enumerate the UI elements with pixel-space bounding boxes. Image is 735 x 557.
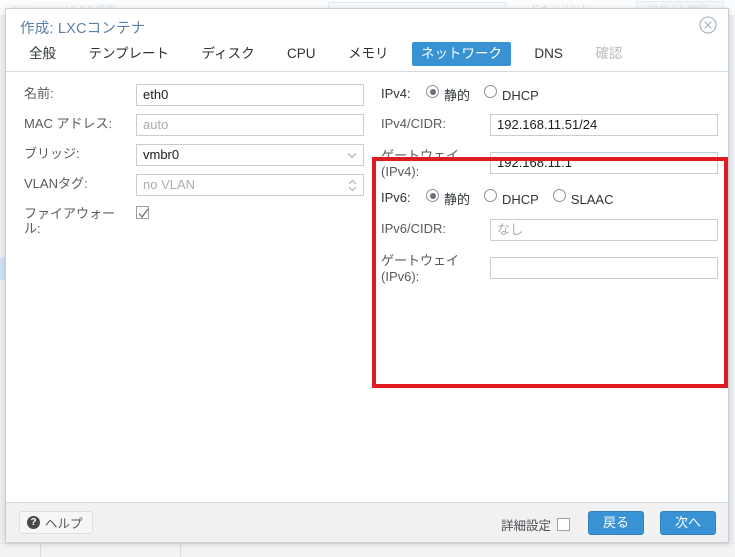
- radio-ipv4-dhcp-label: DHCP: [502, 88, 539, 103]
- tab-cpu[interactable]: CPU: [278, 42, 325, 66]
- field-row-firewall: ファイアウォール:: [20, 204, 365, 240]
- close-icon[interactable]: [698, 15, 718, 35]
- dialog-title: 作成: LXCコンテナ: [20, 21, 146, 37]
- advanced-settings-label: 詳細設定: [500, 519, 551, 533]
- network-left-form: 名前: eth0 MAC アドレス: auto ブリッジ: vmbr0 VLAN…: [20, 84, 365, 246]
- next-button[interactable]: 次へ: [660, 511, 716, 535]
- spinner-updown-icon[interactable]: [346, 175, 358, 195]
- field-row-ipv6-mode: IPv6: 静的 DHCP SLAAC: [377, 188, 717, 213]
- dialog-header: 作成: LXCコンテナ: [6, 9, 728, 42]
- ipv4-gateway-label-line2: (IPv4):: [381, 164, 420, 179]
- ipv6-cidr-label: IPv6/CIDR:: [381, 221, 447, 236]
- field-row-ipv4-mode: IPv4: 静的 DHCP: [377, 84, 717, 108]
- radio-ipv6-static[interactable]: 静的: [426, 189, 470, 208]
- radio-ipv4-dhcp[interactable]: DHCP: [484, 85, 539, 104]
- radio-ipv4-static-label: 静的: [444, 88, 471, 103]
- tab-confirm: 確認: [595, 46, 623, 61]
- ipv6-cidr-input[interactable]: なし: [490, 219, 718, 241]
- tab-memory[interactable]: メモリ: [339, 42, 398, 66]
- vlan-tag-placeholder: no VLAN: [143, 177, 196, 192]
- back-button[interactable]: 戻る: [588, 511, 644, 535]
- vlan-tag-input[interactable]: no VLAN: [136, 174, 364, 196]
- ipv6-gateway-label: ゲートウェイ (IPv6):: [381, 253, 485, 285]
- dialog-footer: ? ヘルプ 詳細設定 戻る 次へ: [6, 502, 728, 542]
- ipv6-gateway-label-line2: (IPv6):: [381, 269, 420, 284]
- background-divider-2: [180, 543, 181, 557]
- tab-dns[interactable]: DNS: [525, 42, 572, 66]
- background-right-panel: [729, 15, 735, 543]
- name-label: 名前:: [24, 86, 54, 101]
- tab-bar: 全般 テンプレート ディスク CPU メモリ ネットワーク DNS 確認: [6, 42, 728, 72]
- radio-dot-icon: [426, 85, 439, 98]
- mac-address-input[interactable]: auto: [136, 114, 364, 136]
- create-lxc-container-dialog: 作成: LXCコンテナ 全般 テンプレート ディスク CPU メモリ ネットワー…: [5, 8, 729, 543]
- radio-dot-icon: [484, 85, 498, 98]
- radio-ipv6-slaac-label: SLAAC: [570, 192, 614, 207]
- field-row-bridge: ブリッジ: vmbr0: [20, 144, 365, 168]
- tab-general[interactable]: 全般: [20, 42, 65, 66]
- ipv4-gateway-input[interactable]: 192.168.11.1: [490, 152, 718, 174]
- bridge-select-value: vmbr0: [143, 147, 180, 162]
- ipv4-cidr-label: IPv4/CIDR:: [381, 116, 447, 131]
- field-row-vlan: VLANタグ: no VLAN: [20, 174, 365, 198]
- ipv6-mode-radio-group: 静的 DHCP SLAAC: [426, 189, 628, 208]
- field-row-ipv6-cidr: IPv6/CIDR: なし: [377, 219, 718, 245]
- field-row-ipv4-gateway: ゲートウェイ (IPv4): 192.168.11.1: [377, 146, 718, 182]
- radio-ipv6-static-label: 静的: [444, 192, 471, 207]
- mac-address-label: MAC アドレス:: [24, 116, 113, 131]
- tab-disk[interactable]: ディスク: [193, 42, 264, 66]
- help-button-label: ヘルプ: [45, 517, 83, 531]
- question-mark-icon: ?: [27, 516, 40, 529]
- background-divider-1: [40, 543, 41, 557]
- firewall-checkbox[interactable]: [136, 206, 149, 219]
- firewall-label: ファイアウォール:: [24, 206, 116, 236]
- field-row-ipv4-cidr: IPv4/CIDR: 192.168.11.51/24: [377, 114, 718, 140]
- name-input[interactable]: eth0: [136, 84, 364, 106]
- radio-dot-icon: [426, 189, 439, 202]
- field-row-name: 名前: eth0: [20, 84, 365, 108]
- vlan-tag-label: VLANタグ:: [24, 176, 88, 191]
- radio-dot-icon: [552, 189, 566, 202]
- advanced-settings-checkbox[interactable]: [557, 518, 570, 531]
- radio-ipv6-dhcp[interactable]: DHCP: [484, 189, 539, 208]
- radio-ipv6-slaac[interactable]: SLAAC: [552, 189, 614, 208]
- bridge-select[interactable]: vmbr0: [136, 144, 364, 166]
- chevron-down-icon: [346, 145, 358, 165]
- radio-ipv6-dhcp-label: DHCP: [502, 192, 539, 207]
- screen: Environment 8.2.2 検索 ドキュメント ログイン状況 作成: L…: [0, 0, 735, 557]
- background-bottom-bar: [0, 543, 735, 557]
- field-row-mac: MAC アドレス: auto: [20, 114, 365, 138]
- tab-template[interactable]: テンプレート: [79, 42, 178, 66]
- ipv4-mode-radio-group: 静的 DHCP: [426, 85, 553, 104]
- ipv6-gateway-input[interactable]: [490, 257, 718, 279]
- help-button[interactable]: ? ヘルプ: [19, 511, 93, 534]
- tab-network[interactable]: ネットワーク: [411, 42, 511, 66]
- advanced-settings-toggle[interactable]: 詳細設定: [501, 515, 570, 534]
- ipv4-gateway-label-line1: ゲートウェイ: [381, 148, 460, 163]
- bridge-label: ブリッジ:: [24, 146, 80, 161]
- network-right-form: IPv4: 静的 DHCP IPv4/CIDR: 192.168.11.51/2…: [377, 84, 718, 293]
- radio-dot-icon: [484, 189, 498, 202]
- ipv6-mode-label: IPv6:: [381, 190, 411, 205]
- field-row-ipv6-gateway: ゲートウェイ (IPv6):: [377, 251, 718, 287]
- ipv6-gateway-label-line1: ゲートウェイ: [381, 253, 460, 268]
- ipv4-gateway-label: ゲートウェイ (IPv4):: [381, 148, 485, 180]
- ipv4-cidr-input[interactable]: 192.168.11.51/24: [490, 114, 718, 136]
- radio-ipv4-static[interactable]: 静的: [426, 85, 470, 104]
- dialog-body: 名前: eth0 MAC アドレス: auto ブリッジ: vmbr0 VLAN…: [6, 72, 728, 502]
- ipv4-mode-label: IPv4:: [381, 86, 411, 101]
